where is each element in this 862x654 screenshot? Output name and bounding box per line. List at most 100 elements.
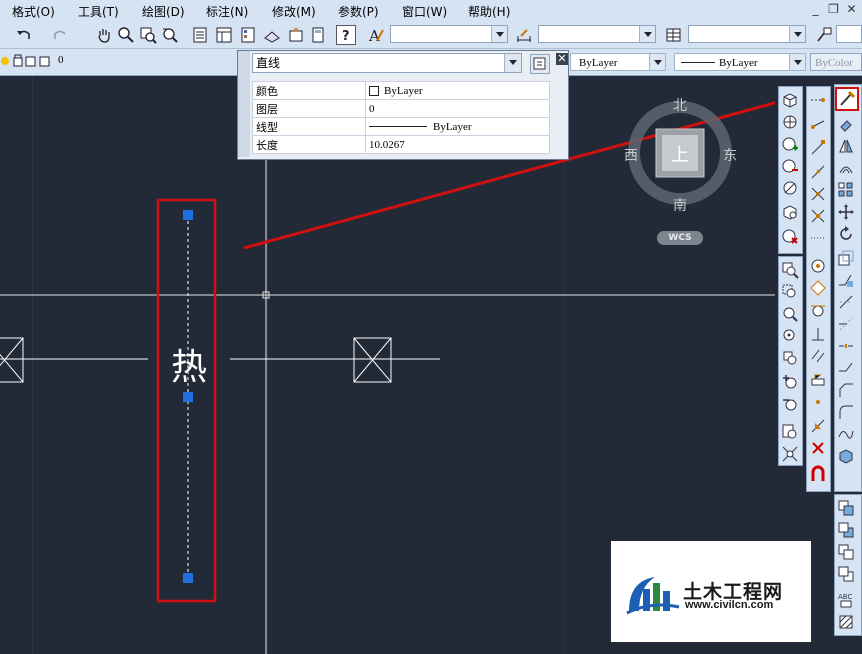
redo-icon[interactable] [50, 25, 70, 45]
undo-icon[interactable] [14, 25, 34, 45]
snap-tangent-icon[interactable] [809, 301, 827, 319]
stretch-icon[interactable] [837, 271, 855, 289]
calculator-icon[interactable] [308, 25, 328, 45]
move-icon[interactable] [837, 203, 855, 221]
snap-insert-icon[interactable] [809, 371, 827, 389]
delete-solid-icon[interactable] [781, 227, 799, 245]
zoom-extents-icon[interactable] [781, 445, 799, 463]
multileader-style-combo[interactable] [836, 25, 862, 43]
match-properties-icon[interactable] [835, 87, 859, 111]
table-row[interactable]: 线型 ByLayer [252, 117, 550, 136]
break-at-point-icon[interactable] [837, 337, 855, 355]
menu-modify[interactable]: 修改(M) [272, 3, 316, 20]
menu-format[interactable]: 格式(O) [12, 3, 55, 20]
hatch-to-back-icon[interactable] [837, 613, 855, 631]
chamfer-icon[interactable] [837, 381, 855, 399]
menu-parametric[interactable]: 参数(P) [338, 3, 379, 20]
bring-to-front-icon[interactable] [837, 499, 855, 517]
viewcube[interactable]: 北 南 东 西 上 [624, 91, 737, 231]
snap-perpendicular-icon[interactable] [809, 325, 827, 343]
text-style-combo[interactable] [390, 25, 508, 43]
scale-icon[interactable] [837, 249, 855, 267]
snap-from-icon[interactable] [809, 115, 827, 133]
snap-intersection-icon[interactable] [809, 185, 827, 203]
snap-endpoint-icon[interactable] [809, 139, 827, 157]
text-style-icon[interactable]: A [366, 25, 386, 45]
send-under-icon[interactable] [837, 565, 855, 583]
snap-none-icon[interactable] [809, 439, 827, 457]
color-combo[interactable]: ByLayer [570, 53, 666, 71]
design-center-icon[interactable] [214, 25, 234, 45]
mirror-icon[interactable] [837, 137, 855, 155]
markup-icon[interactable] [286, 25, 306, 45]
zoom-window-icon[interactable] [138, 25, 158, 45]
erase-icon[interactable] [837, 115, 855, 133]
viewcube-south[interactable]: 南 [673, 195, 687, 215]
send-to-back-icon[interactable] [837, 521, 855, 539]
blend-curves-icon[interactable] [837, 425, 855, 443]
linetype-combo[interactable]: ByLayer [674, 53, 806, 71]
snap-node-icon[interactable] [809, 393, 827, 411]
snap-quadrant-icon[interactable] [809, 279, 827, 297]
viewcube-west[interactable]: 西 [624, 145, 638, 165]
properties-icon[interactable] [190, 25, 210, 45]
globe-remove-icon[interactable] [781, 157, 799, 175]
trim-icon[interactable] [837, 293, 855, 311]
snap-midpoint-icon[interactable] [809, 163, 827, 181]
wedge-icon[interactable] [781, 203, 799, 221]
join-icon[interactable] [837, 359, 855, 377]
globe-add-icon[interactable] [781, 135, 799, 153]
explode-icon[interactable] [837, 447, 855, 465]
minimize-button[interactable]: _ [808, 2, 823, 18]
layer-name[interactable]: 0 [58, 54, 64, 66]
no-snap-icon[interactable] [781, 179, 799, 197]
rotate-icon[interactable] [837, 225, 855, 243]
sheet-set-icon[interactable] [262, 25, 282, 45]
object-type-combo[interactable]: 直线 [252, 53, 522, 73]
table-style-icon[interactable] [664, 25, 684, 45]
viewcube-east[interactable]: 东 [723, 145, 737, 165]
dim-style-icon[interactable] [514, 25, 534, 45]
multileader-style-icon[interactable] [814, 25, 834, 45]
globe-icon[interactable] [781, 113, 799, 131]
restore-button[interactable]: ❐ [826, 2, 841, 18]
temp-track-icon[interactable] [809, 91, 827, 109]
ucs-menu-button[interactable]: WCS [657, 231, 703, 245]
table-row[interactable]: 图层 0 [252, 99, 550, 118]
dim-style-combo[interactable] [538, 25, 656, 43]
menu-tools[interactable]: 工具(T) [78, 3, 119, 20]
close-button[interactable]: ✕ [844, 2, 859, 18]
snap-extension-icon[interactable] [809, 229, 827, 247]
snap-center-icon[interactable] [809, 257, 827, 275]
bring-above-icon[interactable] [837, 543, 855, 561]
zoom-center-icon[interactable] [781, 327, 799, 345]
offset-icon[interactable] [837, 159, 855, 177]
extend-icon[interactable] [837, 315, 855, 333]
pan-hand-icon[interactable] [94, 25, 114, 45]
plotstyle-combo[interactable]: ByColor [810, 53, 862, 71]
menu-draw[interactable]: 绘图(D) [142, 3, 185, 20]
zoom-scale-icon[interactable] [781, 305, 799, 323]
zoom-object-icon[interactable] [781, 349, 799, 367]
table-style-combo[interactable] [688, 25, 806, 43]
viewcube-north[interactable]: 北 [673, 95, 687, 115]
menu-window[interactable]: 窗口(W) [402, 3, 447, 20]
viewcube-top-face[interactable]: 上 [671, 141, 689, 167]
array-icon[interactable] [837, 181, 855, 199]
zoom-all-icon[interactable] [781, 423, 799, 441]
text-to-front-icon[interactable]: ABC [837, 591, 855, 609]
box-icon[interactable] [781, 91, 799, 109]
fillet-icon[interactable] [837, 403, 855, 421]
zoom-out-icon[interactable] [781, 395, 799, 413]
tool-palettes-icon[interactable] [238, 25, 258, 45]
zoom-dynamic-icon[interactable] [781, 283, 799, 301]
table-row[interactable]: 长度 10.0267 [252, 135, 550, 154]
zoom-previous-icon[interactable] [160, 25, 180, 45]
customize-icon[interactable] [530, 54, 550, 74]
help-icon[interactable]: ? [336, 25, 356, 45]
snap-nearest-icon[interactable] [809, 417, 827, 435]
table-row[interactable]: 颜色 ByLayer [252, 81, 550, 100]
snap-apparent-icon[interactable] [809, 207, 827, 225]
zoom-window-icon[interactable] [781, 261, 799, 279]
zoom-in-icon[interactable] [781, 373, 799, 391]
